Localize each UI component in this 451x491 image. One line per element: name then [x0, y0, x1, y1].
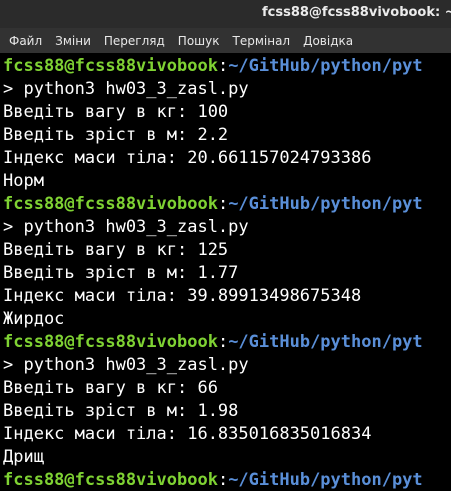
output-line: > python3 hw03_3_zasl.py [3, 217, 249, 237]
prompt-path: ~/GitHub/python/pyt [228, 470, 423, 490]
prompt-separator: : [217, 194, 229, 214]
prompt-user-host: fcss88@fcss88vivobook [3, 470, 218, 490]
output-line: Введіть зріст в м: 1.98 [3, 401, 239, 421]
prompt-path: ~/GitHub/python/pyt [228, 332, 423, 352]
prompt-path: ~/GitHub/python/pyt [228, 194, 423, 214]
output-line: Дрищ [3, 447, 44, 467]
prompt-separator: : [217, 470, 229, 490]
menu-help[interactable]: Довідка [303, 34, 353, 48]
prompt-separator: : [217, 332, 229, 352]
terminal-window: fcss88@fcss88vivobook: ~ Файл Зміни Пере… [0, 0, 451, 491]
menu-edit[interactable]: Зміни [55, 34, 91, 48]
menu-terminal[interactable]: Термінал [233, 34, 291, 48]
prompt-line: fcss88@fcss88vivobook:~/GitHub/python/py… [3, 331, 451, 354]
prompt-line: fcss88@fcss88vivobook:~/GitHub/python/py… [3, 193, 451, 216]
output-line: > python3 hw03_3_zasl.py [3, 355, 249, 375]
menu-bar: Файл Зміни Перегляд Пошук Термінал Довід… [0, 28, 451, 53]
window-title: fcss88@fcss88vivobook: ~ [262, 5, 451, 20]
output-line: Введіть вагу в кг: 125 [3, 240, 229, 260]
output-line: Індекс маси тіла: 16.835016835016834 [3, 424, 372, 444]
output-line: Введіть вагу в кг: 100 [3, 102, 229, 122]
output-line: Індекс маси тіла: 20.661157024793386 [3, 148, 372, 168]
output-line: Жирдос [3, 309, 65, 329]
output-line: > python3 hw03_3_zasl.py [3, 79, 249, 99]
prompt-user-host: fcss88@fcss88vivobook [3, 56, 218, 76]
prompt-user-host: fcss88@fcss88vivobook [3, 194, 218, 214]
output-line: Введіть вагу в кг: 66 [3, 378, 218, 398]
output-line: Введіть зріст в м: 1.77 [3, 263, 239, 283]
menu-view[interactable]: Перегляд [104, 34, 165, 48]
prompt-user-host: fcss88@fcss88vivobook [3, 332, 218, 352]
title-bar[interactable]: fcss88@fcss88vivobook: ~ [0, 0, 451, 28]
terminal-output[interactable]: fcss88@fcss88vivobook:~/GitHub/python/py… [0, 53, 451, 491]
menu-file[interactable]: Файл [9, 34, 42, 48]
prompt-path: ~/GitHub/python/pyt [228, 56, 423, 76]
prompt-separator: : [217, 56, 229, 76]
output-line: Введіть зріст в м: 2.2 [3, 125, 229, 145]
menu-search[interactable]: Пошук [178, 34, 220, 48]
output-line: Норм [3, 171, 44, 191]
prompt-line: fcss88@fcss88vivobook:~/GitHub/python/py… [3, 469, 451, 491]
prompt-line: fcss88@fcss88vivobook:~/GitHub/python/py… [3, 55, 451, 78]
output-line: Індекс маси тіла: 39.89913498675348 [3, 286, 362, 306]
